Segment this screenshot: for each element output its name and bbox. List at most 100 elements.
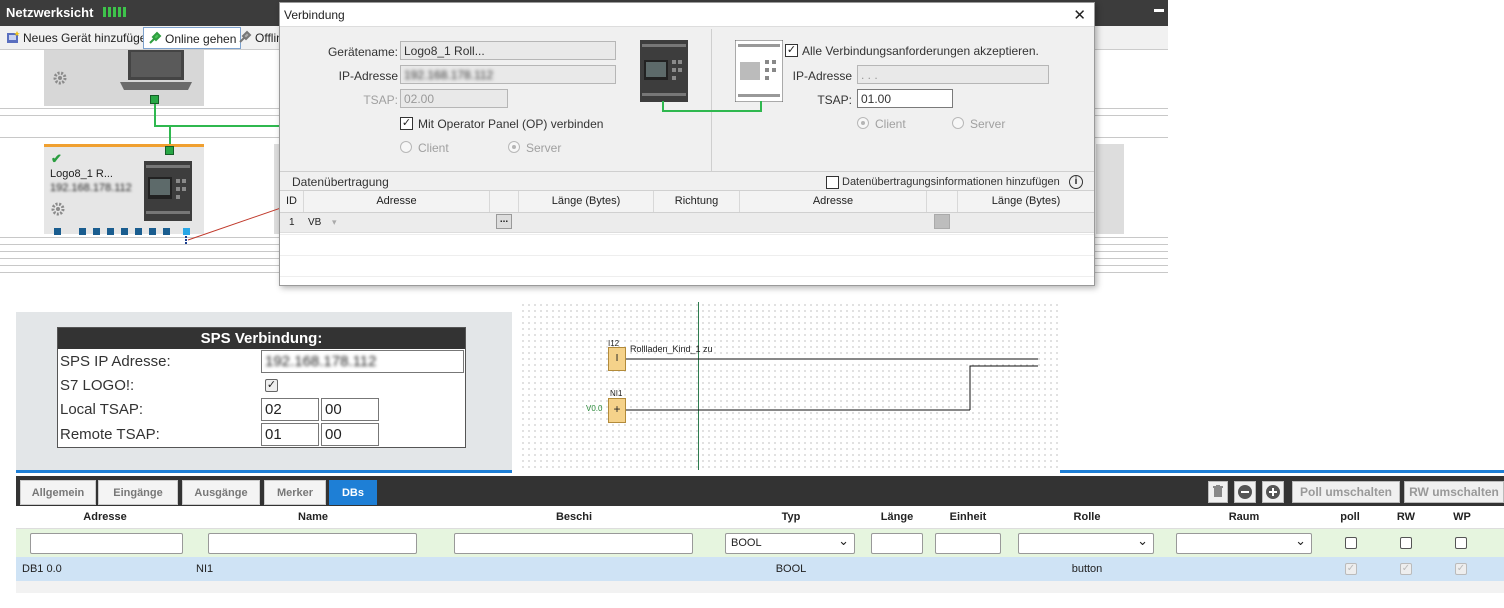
accept-all-checkbox[interactable]: ✓ — [785, 44, 798, 57]
cell-wp-checkbox: ✓ — [1455, 563, 1467, 575]
grid-line — [280, 234, 1094, 235]
s7-logo-checkbox[interactable]: ✓ — [265, 379, 278, 392]
minus-circle-icon — [1238, 485, 1252, 502]
col-wp[interactable]: WP — [1434, 511, 1490, 523]
col-rolle[interactable]: Rolle — [1008, 511, 1166, 523]
col-address-source: Adresse — [304, 191, 490, 212]
filter-role-select[interactable] — [1018, 533, 1154, 554]
delete-button[interactable] — [1208, 481, 1228, 503]
col-address-picker-target — [927, 191, 958, 212]
local-tsap-input-1[interactable]: 02 — [261, 398, 319, 421]
client-radio-right[interactable] — [857, 117, 869, 129]
block-i12-label: Rollladen_Kind_1 zu — [630, 344, 713, 354]
tab-allgemein[interactable]: Allgemein — [20, 480, 96, 505]
op-panel-checkbox[interactable]: ✓ — [400, 117, 413, 130]
transfer-grid-header: ID Adresse Länge (Bytes) Richtung Adress… — [280, 191, 1094, 213]
col-length-source: Länge (Bytes) — [519, 191, 654, 212]
function-diagram-canvas[interactable]: I12 I Rollladen_Kind_1 zu NI1 + V0.0 — [520, 302, 1060, 470]
filter-room-select[interactable] — [1176, 533, 1312, 554]
filter-type-select[interactable]: BOOL — [725, 533, 855, 554]
address-picker-button-target — [934, 214, 950, 229]
filter-poll-checkbox[interactable] — [1345, 537, 1357, 549]
remote-tsap-input-2[interactable]: 00 — [321, 423, 379, 446]
transfer-title: Datenübertragung — [292, 175, 389, 189]
device-name-label: Gerätename: — [327, 45, 398, 59]
local-tsap-input-2[interactable]: 00 — [321, 398, 379, 421]
col-poll[interactable]: poll — [1322, 511, 1378, 523]
tab-bar: Allgemein Eingänge Ausgänge Merker DBs P… — [16, 476, 1504, 506]
client-radio-left[interactable] — [400, 141, 412, 153]
col-laenge[interactable]: Länge — [866, 511, 928, 523]
network-input-block-ni1[interactable]: + — [608, 398, 626, 423]
info-icon[interactable]: i — [1069, 175, 1083, 189]
sps-ip-input[interactable]: 192.168.178.112 — [261, 350, 464, 373]
filter-description-input[interactable] — [454, 533, 693, 554]
remove-button[interactable] — [1234, 481, 1256, 503]
device-link-line — [662, 101, 762, 112]
remote-ip-field: . . . — [857, 65, 1049, 84]
sps-panel-title: SPS Verbindung: — [58, 328, 465, 349]
filter-wp-checkbox[interactable] — [1455, 537, 1467, 549]
add-button[interactable] — [1262, 481, 1284, 503]
device-name-field[interactable]: Logo8_1 Roll... — [400, 41, 616, 60]
tab-merker[interactable]: Merker — [264, 480, 326, 505]
row-id: 1 — [289, 217, 295, 228]
tsap-field: 02.00 — [400, 89, 508, 108]
accept-all-label: Alle Verbindungsanforderungen akzeptiere… — [802, 44, 1039, 58]
remote-ip-label: IP-Adresse — [792, 69, 852, 83]
cell-type: BOOL — [775, 563, 807, 575]
close-icon[interactable]: ✕ — [1073, 6, 1086, 24]
filter-row: BOOL — [16, 529, 1504, 557]
col-raum[interactable]: Raum — [1166, 511, 1322, 523]
col-address-picker — [490, 191, 519, 212]
col-einheit[interactable]: Einheit — [928, 511, 1008, 523]
cell-role: button — [1071, 563, 1103, 575]
s7-logo-label: S7 LOGO!: — [60, 377, 135, 394]
ip-address-field[interactable]: 192.168.178.112 — [400, 65, 616, 84]
filter-rw-checkbox[interactable] — [1400, 537, 1412, 549]
transfer-row[interactable]: 1 VB ▾ ... — [280, 213, 1094, 233]
sps-ip-label: SPS IP Adresse: — [60, 353, 171, 370]
diagram-wires — [626, 358, 1038, 411]
filter-address-input[interactable] — [30, 533, 183, 554]
tab-dbs[interactable]: DBs — [329, 480, 377, 505]
cell-poll-checkbox: ✓ — [1345, 563, 1357, 575]
col-name[interactable]: Name — [194, 511, 432, 523]
cell-rw-checkbox: ✓ — [1400, 563, 1412, 575]
add-transfer-info-checkbox[interactable] — [826, 176, 839, 189]
server-radio-right[interactable] — [952, 117, 964, 129]
table-footer-space — [16, 581, 1504, 593]
filter-name-input[interactable] — [208, 533, 417, 554]
tab-eingaenge[interactable]: Eingänge — [98, 480, 178, 505]
op-panel-label: Mit Operator Panel (OP) verbinden — [418, 117, 604, 131]
remote-tsap-field[interactable]: 01.00 — [857, 89, 953, 108]
col-rw[interactable]: RW — [1378, 511, 1434, 523]
tsap-label: TSAP: — [363, 93, 398, 107]
col-length-target: Länge (Bytes) — [991, 195, 1061, 207]
ip-address-label: IP-Adresse — [338, 69, 398, 83]
client-label-left: Client — [418, 141, 449, 155]
remote-tsap-input-1[interactable]: 01 — [261, 423, 319, 446]
filter-unit-input[interactable] — [935, 533, 1001, 554]
address-dropdown-icon[interactable]: ▾ — [332, 217, 337, 228]
table-row[interactable]: DB1 0.0 NI1 BOOL button ✓ ✓ ✓ — [16, 557, 1504, 581]
col-direction: Richtung — [654, 191, 740, 212]
panel-divider — [1060, 470, 1504, 473]
filter-length-input[interactable] — [871, 533, 923, 554]
rw-toggle-button[interactable]: RW umschalten — [1404, 481, 1504, 503]
grid-line — [280, 276, 1094, 277]
col-beschreibung[interactable]: Beschi — [432, 511, 716, 523]
remote-tsap-label: TSAP: — [817, 93, 852, 107]
dialog-title-bar: Verbindung ✕ — [280, 3, 1094, 27]
input-block-i12[interactable]: I — [608, 347, 626, 371]
connection-dialog: Verbindung ✕ Gerätename: Logo8_1 Roll...… — [279, 2, 1095, 286]
col-adresse[interactable]: Adresse — [16, 511, 194, 523]
grid-line — [280, 255, 1094, 256]
server-radio-left[interactable] — [508, 141, 520, 153]
poll-toggle-button[interactable]: Poll umschalten — [1292, 481, 1400, 503]
panel-divider — [16, 470, 512, 473]
col-typ[interactable]: Typ — [716, 511, 866, 523]
address-picker-button[interactable]: ... — [496, 214, 512, 229]
tab-ausgaenge[interactable]: Ausgänge — [182, 480, 260, 505]
dialog-title: Verbindung — [284, 8, 345, 22]
